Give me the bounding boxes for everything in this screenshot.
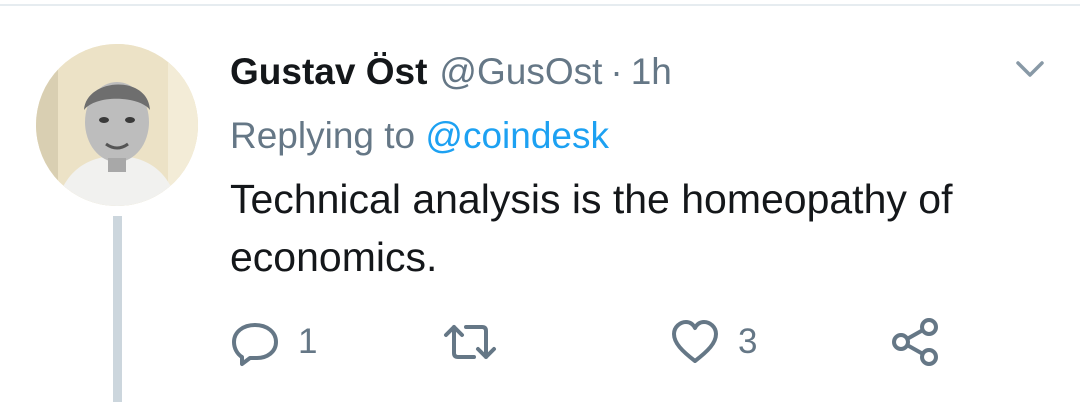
share-button[interactable] bbox=[890, 316, 940, 368]
reply-count: 1 bbox=[298, 322, 318, 361]
reply-icon bbox=[232, 323, 278, 366]
avatar-photo bbox=[36, 44, 198, 206]
like-count: 3 bbox=[738, 322, 758, 361]
replying-to: Replying to @coindesk bbox=[230, 110, 609, 162]
avatar[interactable] bbox=[36, 44, 198, 206]
tweet-header: Gustav Öst @GusOst · 1h bbox=[230, 46, 672, 98]
chevron-down-icon[interactable] bbox=[1012, 54, 1048, 84]
retweet-button[interactable] bbox=[442, 316, 516, 368]
replying-to-label: Replying to bbox=[230, 115, 426, 156]
heart-icon bbox=[672, 320, 718, 363]
author-name[interactable]: Gustav Öst bbox=[230, 46, 427, 98]
reply-button[interactable]: 1 bbox=[230, 316, 317, 368]
author-handle[interactable]: @GusOst bbox=[439, 46, 602, 98]
like-button[interactable]: 3 bbox=[670, 316, 757, 368]
retweet-icon bbox=[444, 325, 496, 359]
tweet-text: Technical analysis is the homeopathy of … bbox=[230, 176, 953, 280]
separator-dot: · bbox=[610, 51, 623, 92]
tweet-timestamp[interactable]: 1h bbox=[631, 46, 672, 98]
thread-line bbox=[113, 216, 122, 402]
replying-to-mention[interactable]: @coindesk bbox=[425, 115, 609, 156]
action-bar: 1 3 bbox=[230, 316, 990, 368]
share-icon bbox=[892, 318, 938, 366]
top-divider bbox=[0, 4, 1080, 6]
